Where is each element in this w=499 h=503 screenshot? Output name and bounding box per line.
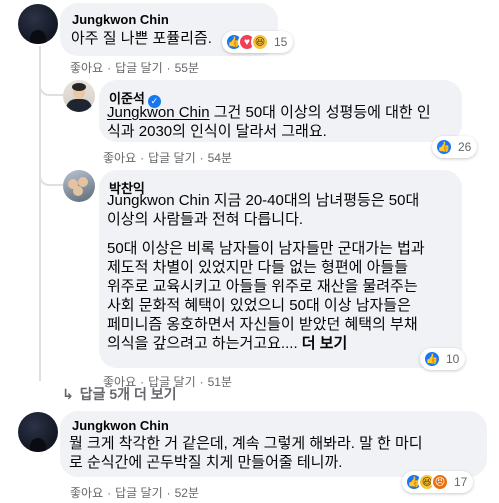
separator-dot: · <box>166 61 171 75</box>
separator-dot: · <box>166 486 171 500</box>
reaction-count: 26 <box>458 140 472 154</box>
view-more-replies-label[interactable]: 답글 5개 더 보기 <box>80 386 177 402</box>
timestamp[interactable]: 54분 <box>208 149 232 166</box>
haha-icon: 😆 <box>251 33 269 51</box>
reaction-summary[interactable]: 👍 😆 😠 17 <box>402 471 474 493</box>
comment-line: 그건 50대 이상의 성평등에 대한 인 <box>209 104 431 121</box>
comment-line: 이상의 사람들과 전혀 다릅니다. <box>107 211 304 228</box>
mention-link[interactable]: Jungkwon Chin <box>107 192 210 209</box>
like-icon: 👍 <box>435 138 453 156</box>
see-more-link[interactable]: 더 보기 <box>302 335 348 352</box>
reply-action[interactable]: 답글 달기 <box>148 149 196 166</box>
separator-dot: · <box>107 486 112 500</box>
like-action[interactable]: 좋아요 <box>103 149 136 166</box>
reply-arrow-icon: ↳ <box>62 386 74 402</box>
comment-line: 위주로 교육시키고 아들들 위주로 재산을 물려주는 <box>107 278 418 295</box>
reaction-count: 17 <box>454 475 468 489</box>
comment-line: 의식을 갚으려고 하는거고요.... 더 보기 <box>107 334 347 354</box>
timestamp[interactable]: 51분 <box>208 373 232 390</box>
view-more-replies-link[interactable]: ↳ 답글 5개 더 보기 <box>62 384 176 404</box>
comment-line: 의식을 갚으려고 하는거고요.... <box>107 335 298 352</box>
timestamp[interactable]: 55분 <box>175 59 199 76</box>
reaction-summary[interactable]: 👍 10 <box>420 348 466 370</box>
comment-line: 50대 이상은 비록 남자들이 남자들만 군대가는 법과 <box>107 240 425 257</box>
avatar[interactable] <box>18 412 58 452</box>
comment-actions: 좋아요 · 답글 달기 · 55분 <box>70 59 199 76</box>
thread-line <box>39 46 41 381</box>
reply-action[interactable]: 답글 달기 <box>115 484 163 501</box>
separator-dot: · <box>199 375 204 389</box>
reaction-summary[interactable]: 👍 26 <box>432 136 478 158</box>
comment-text: Jungkwon Chin 그건 50대 이상의 성평등에 대한 인 <box>107 103 431 123</box>
separator-dot: · <box>140 151 145 165</box>
comment-line: 지금 20-40대의 남녀평등은 50대 <box>209 192 420 209</box>
reaction-count: 15 <box>274 35 288 49</box>
timestamp[interactable]: 52분 <box>175 484 199 501</box>
avatar[interactable] <box>18 4 58 44</box>
like-action[interactable]: 좋아요 <box>70 59 103 76</box>
comment-line: 사회 문화적 혜택이 있었으니 50대 이상 남자들은 <box>107 297 411 314</box>
comment-author[interactable]: Jungkwon Chin <box>72 418 169 433</box>
avatar[interactable] <box>63 170 95 202</box>
separator-dot: · <box>107 61 112 75</box>
comment-line: 식과 2030의 인식이 달라서 그래요. <box>107 123 327 140</box>
comment-text: 뭘 크게 착각한 거 같은데, 계속 그렇게 해봐라. 말 한 마디 <box>69 435 423 452</box>
comment-text: Jungkwon Chin 지금 20-40대의 남녀평등은 50대 <box>107 191 419 211</box>
thread-connector <box>39 80 63 96</box>
like-icon: 👍 <box>423 350 441 368</box>
thread-connector <box>39 170 63 186</box>
reaction-count: 10 <box>446 352 460 366</box>
reply-action[interactable]: 답글 달기 <box>115 59 163 76</box>
like-action[interactable]: 좋아요 <box>70 484 103 501</box>
reaction-summary[interactable]: 👍 ♥ 😆 15 <box>222 31 294 53</box>
mention-link[interactable]: Jungkwon Chin <box>107 104 210 121</box>
comment-text: 아주 질 나쁜 포퓰리즘. <box>71 30 212 47</box>
comment-author[interactable]: Jungkwon Chin <box>72 12 169 27</box>
comment-line: 페미니즘 옹호하면서 자신들이 받았던 혜택의 부채 <box>107 316 418 333</box>
angry-icon: 😠 <box>431 473 449 491</box>
comment-actions: 좋아요 · 답글 달기 · 52분 <box>70 484 199 501</box>
comment-line: 로 순식간에 곤두박질 치게 만들어줄 테니까. <box>69 454 343 471</box>
avatar[interactable] <box>63 80 95 112</box>
separator-dot: · <box>199 151 204 165</box>
comment-line: 제도적 차별이 있었지만 다들 없는 형편에 아들들 <box>107 259 409 276</box>
comment-actions: 좋아요 · 답글 달기 · 54분 <box>103 149 232 166</box>
